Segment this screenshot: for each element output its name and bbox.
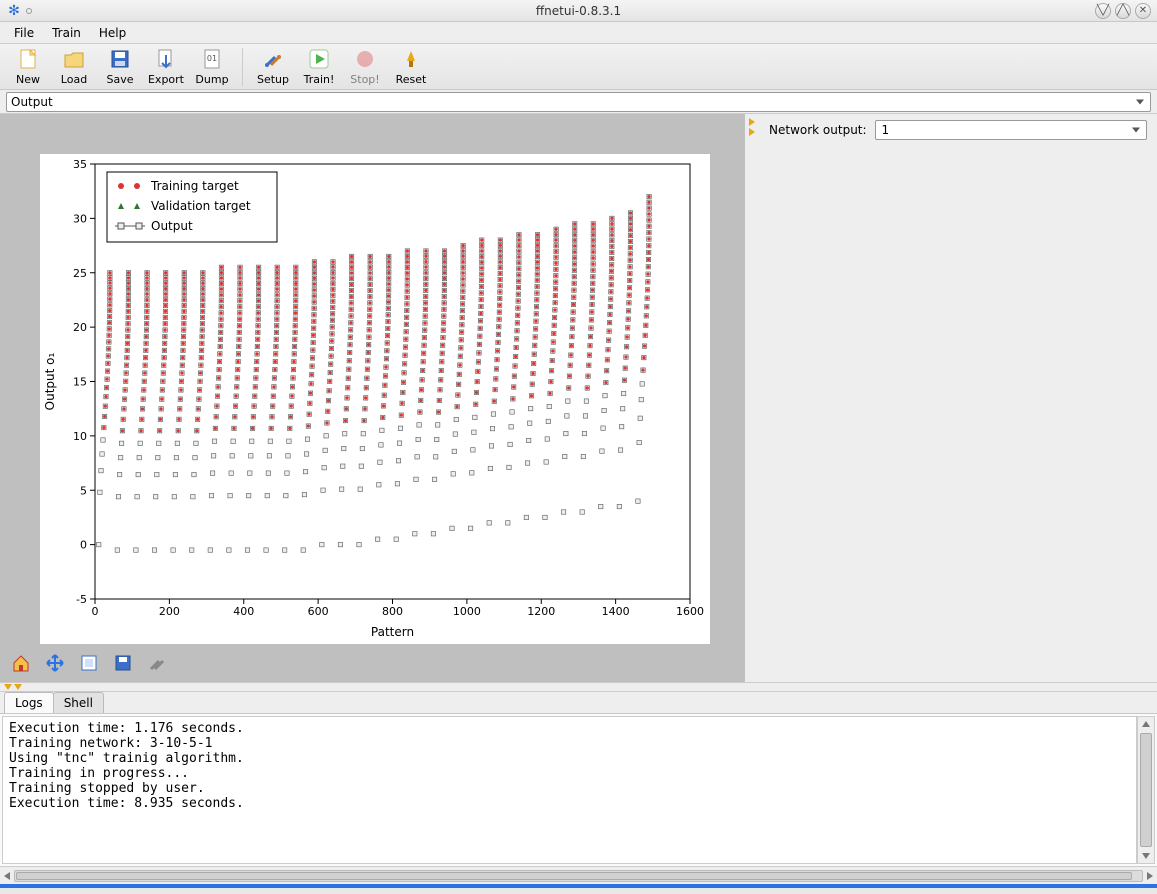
svg-text:1400: 1400	[602, 605, 630, 618]
plot-pane: 0 200 400 600 800 1000 1200 1400 1600 -5 0 5 10 15 20 2…	[0, 114, 745, 682]
svg-text:25: 25	[73, 267, 87, 280]
menu-help[interactable]: Help	[91, 24, 134, 42]
svg-text:1000: 1000	[453, 605, 481, 618]
svg-text:0: 0	[92, 605, 99, 618]
svg-text:Output: Output	[151, 219, 193, 233]
setup-button[interactable]: Setup	[251, 46, 295, 88]
splitter-arrow-icon	[749, 128, 755, 136]
svg-text:15: 15	[73, 376, 87, 389]
tab-logs[interactable]: Logs	[4, 692, 54, 713]
svg-text:Validation target: Validation target	[151, 199, 251, 213]
svg-text:35: 35	[73, 158, 87, 171]
network-output-label: Network output:	[769, 123, 867, 137]
network-output-value: 1	[882, 123, 890, 137]
svg-text:Output o₁: Output o₁	[43, 352, 57, 410]
tool-label: Reset	[396, 73, 427, 86]
splitter-arrow-icon	[749, 118, 755, 126]
export-icon	[154, 47, 178, 71]
plot-canvas[interactable]: 0 200 400 600 800 1000 1200 1400 1600 -5 0 5 10 15 20 2…	[40, 154, 710, 644]
svg-text:-5: -5	[76, 593, 87, 606]
main-area: 0 200 400 600 800 1000 1200 1400 1600 -5 0 5 10 15 20 2…	[0, 114, 1157, 682]
minimize-button[interactable]: ╲╱	[1095, 3, 1111, 19]
new-button[interactable]: New	[6, 46, 50, 88]
horizontal-splitter[interactable]	[0, 682, 1157, 692]
plot-toolbar	[4, 648, 174, 678]
plot-home-button[interactable]	[8, 650, 34, 676]
tab-shell[interactable]: Shell	[53, 692, 104, 713]
scroll-right-icon	[1147, 872, 1153, 880]
bottom-scrollbar[interactable]	[0, 866, 1157, 884]
new-icon	[16, 47, 40, 71]
window-title: ffnetui-0.8.3.1	[0, 4, 1157, 18]
save-button[interactable]: Save	[98, 46, 142, 88]
titlebar-dot	[26, 8, 32, 14]
play-icon	[307, 47, 331, 71]
svg-text:600: 600	[308, 605, 329, 618]
tool-label: Export	[148, 73, 184, 86]
svg-text:5: 5	[80, 484, 87, 497]
export-button[interactable]: Export	[144, 46, 188, 88]
svg-text:Training target: Training target	[150, 179, 239, 193]
save-icon	[108, 47, 132, 71]
svg-text:0: 0	[80, 539, 87, 552]
log-area: Execution time: 1.176 seconds. Training …	[0, 714, 1157, 866]
tool-label: Setup	[257, 73, 289, 86]
view-selector[interactable]: Output	[6, 92, 1151, 112]
plot-save-button[interactable]	[110, 650, 136, 676]
side-panel: Network output: 1	[759, 114, 1157, 682]
view-selector-row: Output	[0, 90, 1157, 114]
scroll-left-icon	[4, 872, 10, 880]
plot-config-button[interactable]	[144, 650, 170, 676]
toolbar-separator	[242, 48, 243, 86]
setup-icon	[261, 47, 285, 71]
plot-pan-button[interactable]	[42, 650, 68, 676]
log-text[interactable]: Execution time: 1.176 seconds. Training …	[2, 716, 1137, 864]
tool-label: Stop!	[350, 73, 379, 86]
dump-icon: 01	[200, 47, 224, 71]
stop-icon	[353, 47, 377, 71]
splitter-arrow-icon	[4, 684, 12, 690]
svg-text:20: 20	[73, 321, 87, 334]
tool-label: Dump	[195, 73, 228, 86]
toolbar: New Load Save Export 01 Dump Setup Train…	[0, 44, 1157, 90]
load-icon	[62, 47, 86, 71]
reset-icon	[399, 47, 423, 71]
vertical-splitter[interactable]	[745, 114, 759, 682]
log-scrollbar[interactable]	[1137, 716, 1155, 864]
tool-label: Load	[61, 73, 87, 86]
view-selector-value: Output	[11, 95, 53, 109]
reset-button[interactable]: Reset	[389, 46, 433, 88]
menu-file[interactable]: File	[6, 24, 42, 42]
tool-label: Save	[106, 73, 133, 86]
splitter-arrow-icon	[14, 684, 22, 690]
dump-button[interactable]: 01 Dump	[190, 46, 234, 88]
svg-text:30: 30	[73, 212, 87, 225]
network-output-selector[interactable]: 1	[875, 120, 1147, 140]
bottom-tabs: Logs Shell	[0, 692, 1157, 714]
status-bar	[0, 884, 1157, 888]
tool-label: New	[16, 73, 40, 86]
close-button[interactable]: ✕	[1135, 3, 1151, 19]
plot-zoom-button[interactable]	[76, 650, 102, 676]
svg-text:Pattern: Pattern	[371, 625, 414, 639]
svg-text:10: 10	[73, 430, 87, 443]
maximize-button[interactable]: ╱╲	[1115, 3, 1131, 19]
app-icon: ✻	[6, 3, 22, 19]
menu-train[interactable]: Train	[44, 24, 89, 42]
svg-text:1600: 1600	[676, 605, 704, 618]
stop-button: Stop!	[343, 46, 387, 88]
svg-text:1200: 1200	[527, 605, 555, 618]
titlebar: ✻ ffnetui-0.8.3.1 ╲╱ ╱╲ ✕	[0, 0, 1157, 22]
svg-text:400: 400	[233, 605, 254, 618]
tool-label: Train!	[304, 73, 335, 86]
svg-text:800: 800	[382, 605, 403, 618]
menubar: File Train Help	[0, 22, 1157, 44]
svg-text:200: 200	[159, 605, 180, 618]
train-button[interactable]: Train!	[297, 46, 341, 88]
svg-text:01: 01	[207, 54, 217, 63]
load-button[interactable]: Load	[52, 46, 96, 88]
